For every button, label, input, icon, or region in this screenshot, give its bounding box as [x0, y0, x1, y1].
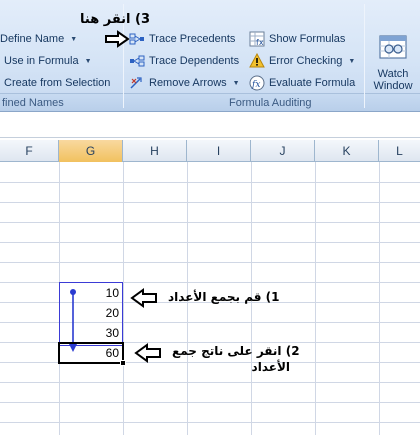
trace-precedents-label: Trace Precedents [149, 33, 236, 45]
formula-auditing-group-label: Formula Auditing [229, 97, 312, 109]
chevron-down-icon: ▼ [348, 57, 356, 65]
grid-line [0, 262, 420, 263]
define-name-label: Define Name [0, 33, 65, 45]
trace-dependents-icon [129, 53, 145, 69]
trace-dependents-label: Trace Dependents [149, 55, 240, 67]
ribbon: Define Name ▼ Use in Formula ▼ Create fr… [0, 0, 420, 112]
watch-window-button[interactable]: Watch Window [368, 30, 418, 92]
grid-line [0, 242, 420, 243]
evaluate-formula-icon: fx [249, 75, 265, 91]
grid-line [0, 402, 420, 403]
error-checking-label: Error Checking [269, 55, 343, 67]
formula-bar-area [0, 112, 420, 138]
evaluate-formula-button[interactable]: fx Evaluate Formula [249, 73, 355, 93]
column-header-h[interactable]: H [123, 140, 187, 162]
column-header-j[interactable]: J [251, 140, 315, 162]
remove-arrows-button[interactable]: Remove Arrows ▼ [129, 73, 240, 93]
chevron-down-icon: ▼ [70, 35, 78, 43]
remove-arrows-label: Remove Arrows [149, 77, 227, 89]
watch-window-label-line2: Window [373, 80, 413, 92]
column-header-k[interactable]: K [315, 140, 379, 162]
column-headers: F G H I J K L [0, 140, 420, 162]
step3-note: 3) انقر هنا [80, 12, 151, 27]
step2-note-line2: الأعداد [251, 360, 290, 374]
watch-window-label-line1: Watch [377, 68, 409, 80]
formula-auditing-group: Trace Precedents Trace Dependents Remove… [125, 0, 362, 111]
chevron-down-icon: ▼ [232, 79, 240, 87]
svg-text:fx: fx [256, 38, 264, 47]
grid-line [0, 382, 420, 383]
create-from-selection-label: Create from Selection [4, 77, 111, 89]
show-formulas-icon: fx [249, 31, 265, 47]
step2-note-line1: 2) انقر على ناتج جمع [172, 344, 300, 358]
pointer-arrow-icon [134, 343, 161, 363]
remove-arrows-icon [129, 75, 145, 91]
error-checking-button[interactable]: Error Checking ▼ [249, 51, 355, 71]
pointer-arrow-icon [105, 30, 130, 48]
trace-dependents-button[interactable]: Trace Dependents [129, 51, 239, 71]
evaluate-formula-label: Evaluate Formula [269, 77, 356, 89]
trace-precedents-button[interactable]: Trace Precedents [129, 29, 235, 49]
define-name-button[interactable]: Define Name ▼ [0, 29, 77, 49]
column-header-f[interactable]: F [0, 140, 59, 162]
svg-text:fx: fx [251, 80, 260, 90]
fill-handle[interactable] [120, 360, 126, 366]
create-from-selection-button[interactable]: Create from Selection [4, 73, 110, 93]
defined-names-group-label: fined Names [2, 97, 64, 109]
use-in-formula-button[interactable]: Use in Formula ▼ [4, 51, 92, 71]
step1-note: 1) قم بجمع الأعداد [168, 290, 280, 304]
error-checking-icon [249, 53, 265, 69]
active-cell[interactable] [58, 342, 124, 364]
grid-line [0, 202, 420, 203]
group-separator [364, 4, 365, 108]
grid-line [0, 422, 420, 423]
column-header-g[interactable]: G [59, 140, 123, 162]
watch-window-icon [377, 30, 409, 65]
grid-line [0, 222, 420, 223]
pointer-arrow-icon [130, 288, 157, 308]
chevron-down-icon: ▼ [84, 57, 92, 65]
show-formulas-label: Show Formulas [269, 33, 346, 45]
grid-line [0, 182, 420, 183]
use-in-formula-label: Use in Formula [4, 55, 79, 67]
column-header-l[interactable]: L [379, 140, 420, 162]
trace-precedents-icon [129, 31, 145, 47]
column-header-i[interactable]: I [187, 140, 251, 162]
show-formulas-button[interactable]: fx Show Formulas [249, 29, 345, 49]
